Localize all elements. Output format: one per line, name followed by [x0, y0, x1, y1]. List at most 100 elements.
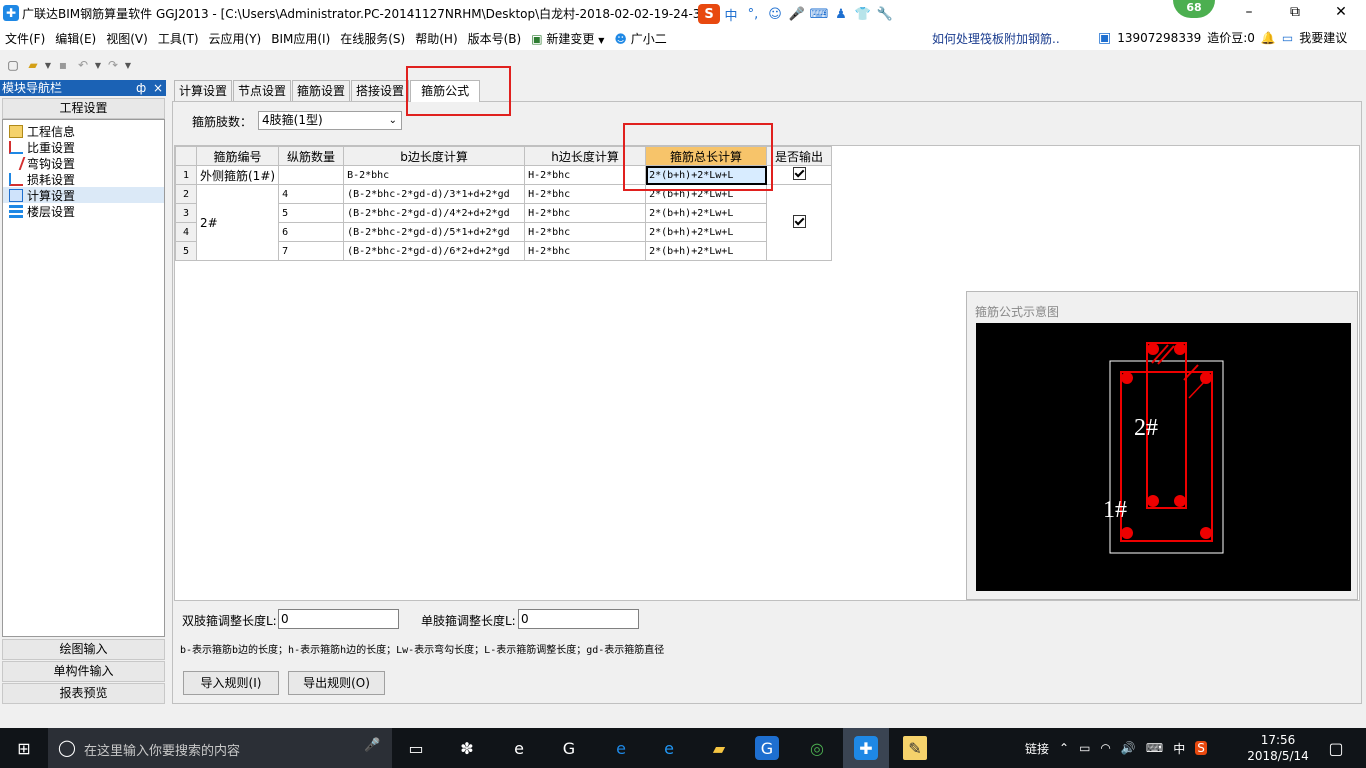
section-component-input[interactable]: 单构件输入 [2, 661, 165, 682]
emoji-icon[interactable]: ☺ [764, 4, 786, 24]
settings-wrench-icon[interactable]: 🔧 [874, 4, 896, 24]
taskbar-search[interactable]: ◯ 在这里输入你要搜索的内容 🎤 [48, 728, 392, 768]
user-phone[interactable]: 13907298339 [1117, 31, 1201, 45]
coins-label[interactable]: 造价豆:0 [1207, 29, 1255, 46]
tab-lap-settings[interactable]: 搭接设置 [351, 80, 410, 101]
microphone-icon[interactable]: 🎤 [786, 4, 808, 24]
cell-b[interactable]: (B-2*bhc-2*gd-d)/3*1+d+2*gd [343, 184, 526, 204]
menu-file[interactable]: 文件(F) [0, 30, 50, 47]
menu-version[interactable]: 版本号(B) [463, 30, 527, 47]
menu-new-change[interactable]: ▣ 新建变更 ▼ [526, 30, 609, 47]
chevron-up-icon[interactable]: ⌃ [1059, 741, 1069, 755]
restore-button[interactable]: ⧉ [1272, 0, 1318, 24]
keyboard-icon[interactable]: ⌨ [808, 4, 830, 24]
tree-item-hook[interactable]: 弯钩设置 [3, 155, 164, 171]
tab-stirrup-settings[interactable]: 箍筋设置 [292, 80, 351, 101]
undo-icon[interactable]: ↶ [74, 56, 92, 74]
menu-edit[interactable]: 编辑(E) [50, 30, 101, 47]
ie-icon[interactable]: e [657, 736, 681, 760]
tree-item-density[interactable]: 比重设置 [3, 139, 164, 155]
cell-total[interactable]: 2*(b+h)+2*Lw+L [645, 203, 768, 223]
notification-icon[interactable]: ▢ [1324, 736, 1348, 760]
tab-node-settings[interactable]: 节点设置 [233, 80, 292, 101]
menu-online[interactable]: 在线服务(S) [335, 30, 410, 47]
edge-icon[interactable]: e [507, 736, 531, 760]
cell-b[interactable]: (B-2*bhc-2*gd-d)/5*1+d+2*gd [343, 222, 526, 242]
user-icon[interactable]: ♟ [830, 4, 852, 24]
tab-calc-settings[interactable]: 计算设置 [174, 80, 233, 101]
help-link[interactable]: 如何处理筏板附加钢筋.. [932, 30, 1060, 47]
col-header-count[interactable]: 纵筋数量 [278, 146, 345, 166]
row-number[interactable]: 2 [175, 184, 197, 204]
cell-b[interactable]: (B-2*bhc-2*gd-d)/4*2+d+2*gd [343, 203, 526, 223]
punctuation-icon[interactable]: °, [742, 4, 764, 24]
section-drawing-input[interactable]: 绘图输入 [2, 639, 165, 660]
cell-id[interactable]: 外侧箍筋(1#) [195, 165, 280, 185]
microphone-icon[interactable]: 🎤 [364, 738, 380, 753]
cell-total[interactable]: 2*(b+h)+2*Lw+L [645, 241, 768, 261]
menu-assistant[interactable]: ☻ 广小二 [609, 30, 671, 47]
cell-h[interactable]: H-2*bhc [524, 241, 647, 261]
section-report-preview[interactable]: 报表预览 [2, 683, 165, 704]
browser-icon[interactable]: G [557, 736, 581, 760]
redo-dropdown-icon[interactable]: ▼ [124, 56, 132, 74]
cell-h[interactable]: H-2*bhc [524, 222, 647, 242]
ime-toolbar[interactable]: S 中 °, ☺ 🎤 ⌨ ♟ 👕 🔧 [698, 4, 896, 24]
import-rules-button[interactable]: 导入规则(I) [183, 671, 279, 695]
col-header-output[interactable]: 是否输出 [766, 146, 833, 166]
pin-icon[interactable]: ф [136, 80, 146, 96]
row-number[interactable]: 3 [175, 203, 197, 223]
cell-count[interactable]: 6 [278, 222, 345, 242]
cell-count[interactable]: 4 [278, 184, 345, 204]
row-number[interactable]: 1 [175, 165, 197, 185]
row-number[interactable]: 4 [175, 222, 197, 242]
glodon-g-icon[interactable]: G [755, 736, 779, 760]
menu-view[interactable]: 视图(V) [101, 30, 153, 47]
cell-id-merged[interactable]: 2# [195, 184, 280, 261]
keyboard-icon[interactable]: ⌨ [1146, 741, 1163, 755]
menu-help[interactable]: 帮助(H) [410, 30, 462, 47]
input-lang[interactable]: 中 [1173, 740, 1185, 757]
col-header-id[interactable]: 箍筋编号 [195, 146, 280, 166]
close-button[interactable]: ✕ [1318, 0, 1364, 24]
score-badge[interactable]: 68 [1173, 0, 1215, 18]
sidebar-close-icon[interactable]: × [153, 80, 163, 96]
sogou-logo-icon[interactable]: S [698, 4, 720, 24]
save-icon[interactable]: ▪ [54, 56, 72, 74]
suggest-link[interactable]: 我要建议 [1299, 29, 1347, 46]
clock[interactable]: 17:56 2018/5/14 [1246, 732, 1310, 764]
tree-item-calc[interactable]: 计算设置 [3, 187, 164, 203]
battery-icon[interactable]: ▭ [1079, 741, 1090, 755]
cell-output-merged[interactable] [766, 184, 833, 261]
cell-count[interactable]: 5 [278, 203, 345, 223]
wifi-icon[interactable]: ◠ [1100, 741, 1110, 755]
edge-blue-icon[interactable]: e [609, 736, 633, 760]
file-explorer-icon[interactable]: ▰ [707, 736, 731, 760]
skin-icon[interactable]: 👕 [852, 4, 874, 24]
cell-total[interactable]: 2*(b+h)+2*Lw+L [645, 222, 768, 242]
menu-bim[interactable]: BIM应用(I) [266, 30, 335, 47]
output-checkbox[interactable] [792, 214, 806, 228]
tree-item-loss[interactable]: 损耗设置 [3, 171, 164, 187]
branches-select[interactable]: 4肢箍(1型) ⌄ [258, 111, 402, 130]
menu-cloud[interactable]: 云应用(Y) [204, 30, 267, 47]
ggj-app-icon[interactable]: ✚ [854, 736, 878, 760]
windows-start-icon[interactable]: ⊞ [12, 736, 36, 760]
open-folder-icon[interactable]: ▰ [24, 56, 42, 74]
output-checkbox[interactable] [792, 167, 806, 180]
minimize-button[interactable]: – [1226, 0, 1272, 24]
fan-app-icon[interactable]: ✽ [455, 736, 479, 760]
single-adjust-input[interactable]: 0 [518, 609, 639, 629]
volume-icon[interactable]: 🔊 [1121, 741, 1136, 755]
cell-h[interactable]: H-2*bhc [524, 203, 647, 223]
task-view-icon[interactable]: ▭ [404, 736, 428, 760]
notepad-icon[interactable]: ✎ [903, 736, 927, 760]
cell-b[interactable]: (B-2*bhc-2*gd-d)/6*2+d+2*gd [343, 241, 526, 261]
export-rules-button[interactable]: 导出规则(O) [288, 671, 385, 695]
ime-lang-toggle[interactable]: 中 [720, 4, 742, 24]
open-dropdown-icon[interactable]: ▼ [44, 56, 52, 74]
double-adjust-input[interactable]: 0 [278, 609, 399, 629]
cell-count[interactable] [278, 165, 345, 185]
menu-tools[interactable]: 工具(T) [153, 30, 204, 47]
cell-output[interactable] [766, 165, 833, 185]
